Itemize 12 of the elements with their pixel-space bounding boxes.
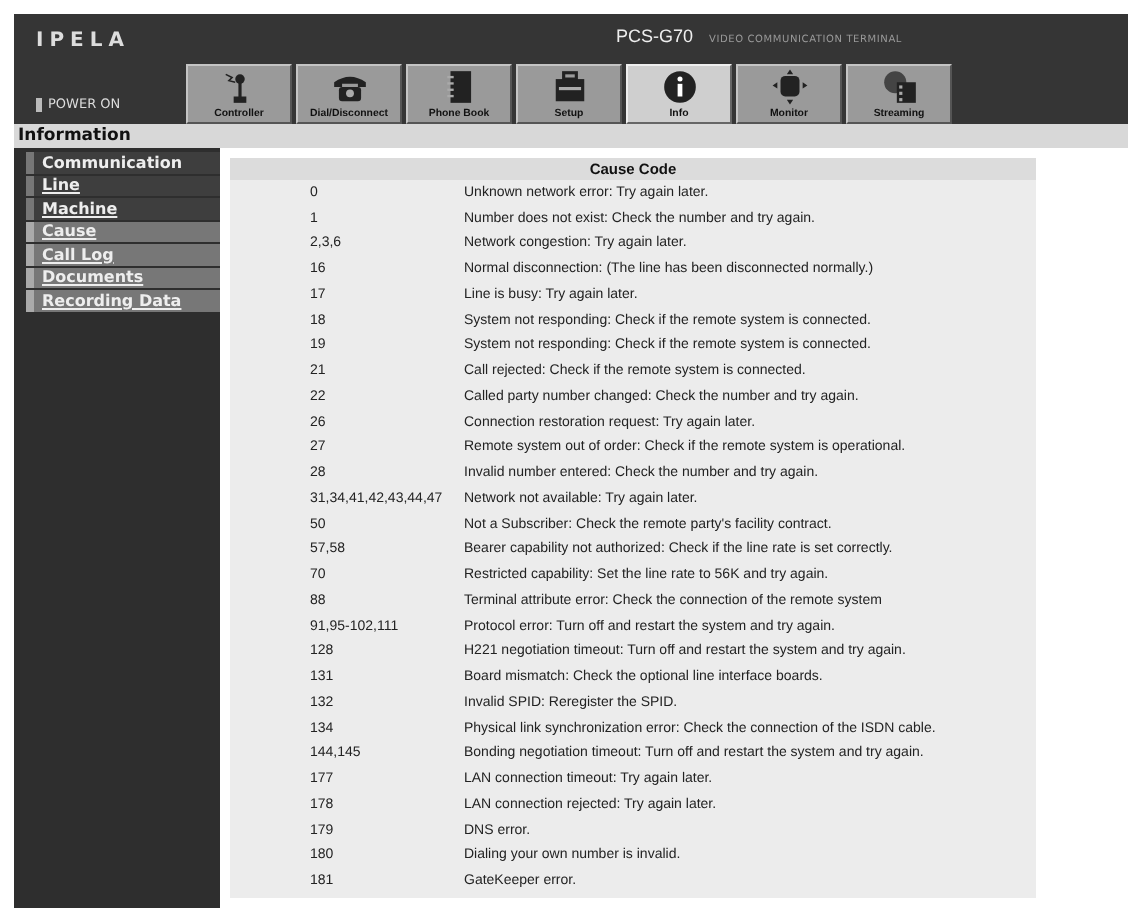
sidebar-item[interactable]: Documents [26, 267, 220, 288]
section-title: Information [18, 126, 131, 146]
sidebar-item[interactable]: Line [26, 175, 220, 196]
sidebar-item[interactable]: Recording Data [26, 290, 220, 311]
logo: IPELA [36, 30, 132, 52]
sidebar-item[interactable]: Call Log [26, 244, 220, 265]
monitor-arrows-icon [767, 68, 811, 106]
power-indicator-icon [36, 97, 42, 111]
sidebar-item[interactable]: Cause [26, 221, 220, 242]
model-name: PCS-G70 [616, 26, 694, 46]
sidebar-item[interactable]: Machine [26, 198, 220, 219]
sidebar-item[interactable]: Communication [26, 152, 220, 173]
